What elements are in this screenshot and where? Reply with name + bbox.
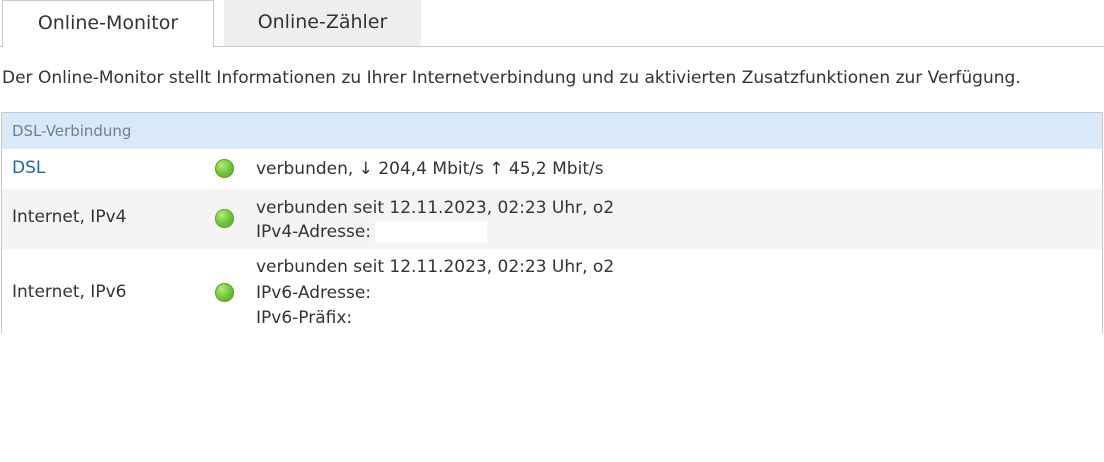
section-header: DSL-Verbindung xyxy=(2,112,1102,149)
ipv6-prefix-label: IPv6-Präfix: xyxy=(256,308,353,328)
tab-online-zaehler[interactable]: Online-Zähler xyxy=(224,0,421,46)
table-row: Internet, IPv4 verbunden seit 12.11.2023… xyxy=(2,189,1102,249)
table-row: DSL verbunden, ↓ 204,4 Mbit/s ↑ 45,2 Mbi… xyxy=(2,149,1102,189)
ipv4-details: verbunden seit 12.11.2023, 02:23 Uhr, o2… xyxy=(256,196,614,244)
dsl-link[interactable]: DSL xyxy=(12,158,45,178)
ipv4-address-label: IPv4-Adresse: xyxy=(256,222,371,242)
intro-text: Der Online-Monitor stellt Informationen … xyxy=(2,68,1021,88)
green-led-icon xyxy=(215,283,234,302)
tab-bar: Online-Monitor Online-Zähler xyxy=(0,0,1104,47)
ipv4-address-line: IPv4-Adresse: xyxy=(256,220,614,244)
green-led-icon xyxy=(215,159,234,178)
ipv4-label: Internet, IPv4 xyxy=(12,207,127,227)
ipv6-details: verbunden seit 12.11.2023, 02:23 Uhr, o2… xyxy=(256,255,614,332)
ipv4-connected-since: verbunden seit 12.11.2023, 02:23 Uhr, o2 xyxy=(256,198,615,218)
ipv6-label: Internet, IPv6 xyxy=(12,282,127,302)
ipv6-connected-since: verbunden seit 12.11.2023, 02:23 Uhr, o2 xyxy=(256,257,615,277)
tab-online-monitor[interactable]: Online-Monitor xyxy=(2,0,214,47)
dsl-status-text: verbunden, ↓ 204,4 Mbit/s ↑ 45,2 Mbit/s xyxy=(256,159,604,179)
ipv6-address-label: IPv6-Adresse: xyxy=(256,282,371,303)
redacted-ipv4-address xyxy=(375,221,487,243)
dsl-connection-panel: DSL-Verbindung DSL verbunden, ↓ 204,4 Mb… xyxy=(1,112,1103,334)
green-led-icon xyxy=(215,209,234,228)
table-row: Internet, IPv6 verbunden seit 12.11.2023… xyxy=(2,249,1102,334)
